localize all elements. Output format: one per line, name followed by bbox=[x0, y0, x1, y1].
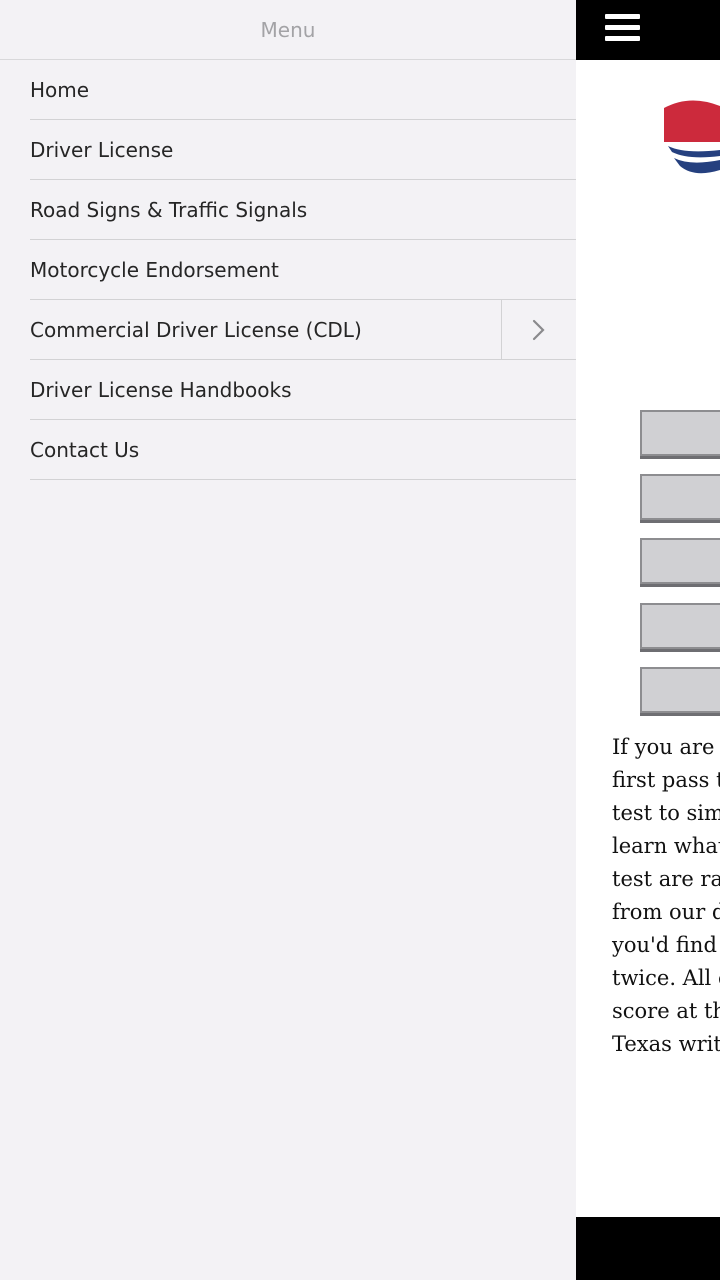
menu-title: Menu bbox=[260, 17, 316, 42]
menu-item-label: Motorcycle Endorsement bbox=[30, 257, 279, 282]
intro-line: from our d bbox=[612, 900, 720, 924]
intro-line: Texas writ bbox=[612, 1032, 720, 1056]
intro-line: score at the bbox=[612, 999, 720, 1023]
main-content: If you are l first pass th test to simu … bbox=[576, 0, 720, 1280]
hamburger-menu-icon[interactable] bbox=[605, 14, 641, 46]
menu-list: Home Driver License Road Signs & Traffic… bbox=[0, 60, 576, 480]
bottom-bar bbox=[576, 1217, 720, 1280]
shield-logo-icon bbox=[664, 100, 720, 176]
submenu-expand-button[interactable] bbox=[501, 300, 576, 359]
intro-paragraph: If you are l first pass th test to simu … bbox=[612, 731, 720, 1061]
menu-item-cdl[interactable]: Commercial Driver License (CDL) bbox=[30, 300, 576, 360]
intro-line: If you are l bbox=[612, 735, 720, 759]
side-menu-drawer: Menu Home Driver License Road Signs & Tr… bbox=[0, 0, 576, 1280]
menu-item-label: Contact Us bbox=[30, 437, 140, 462]
menu-item-label: Commercial Driver License (CDL) bbox=[30, 317, 362, 342]
menu-header: Menu bbox=[0, 0, 576, 60]
intro-line: test are ran bbox=[612, 867, 720, 891]
practice-test-button[interactable] bbox=[640, 410, 720, 456]
menu-item-road-signs[interactable]: Road Signs & Traffic Signals bbox=[30, 180, 576, 240]
menu-item-label: Driver License bbox=[30, 137, 174, 162]
menu-item-label: Driver License Handbooks bbox=[30, 377, 292, 402]
intro-line: twice. All o bbox=[612, 966, 720, 990]
menu-item-label: Home bbox=[30, 77, 90, 102]
intro-line: test to simu bbox=[612, 801, 720, 825]
intro-line: first pass th bbox=[612, 768, 720, 792]
practice-test-button[interactable] bbox=[640, 603, 720, 649]
chevron-right-icon bbox=[532, 319, 545, 340]
intro-line: you'd find bbox=[612, 933, 717, 957]
menu-item-home[interactable]: Home bbox=[30, 60, 576, 120]
menu-item-contact[interactable]: Contact Us bbox=[30, 420, 576, 480]
practice-test-button[interactable] bbox=[640, 538, 720, 584]
menu-item-label: Road Signs & Traffic Signals bbox=[30, 197, 308, 222]
intro-line: learn what bbox=[612, 834, 720, 858]
menu-item-driver-license[interactable]: Driver License bbox=[30, 120, 576, 180]
menu-item-handbooks[interactable]: Driver License Handbooks bbox=[30, 360, 576, 420]
practice-test-button[interactable] bbox=[640, 474, 720, 520]
top-bar bbox=[576, 0, 720, 60]
menu-item-motorcycle[interactable]: Motorcycle Endorsement bbox=[30, 240, 576, 300]
practice-test-button[interactable] bbox=[640, 667, 720, 713]
